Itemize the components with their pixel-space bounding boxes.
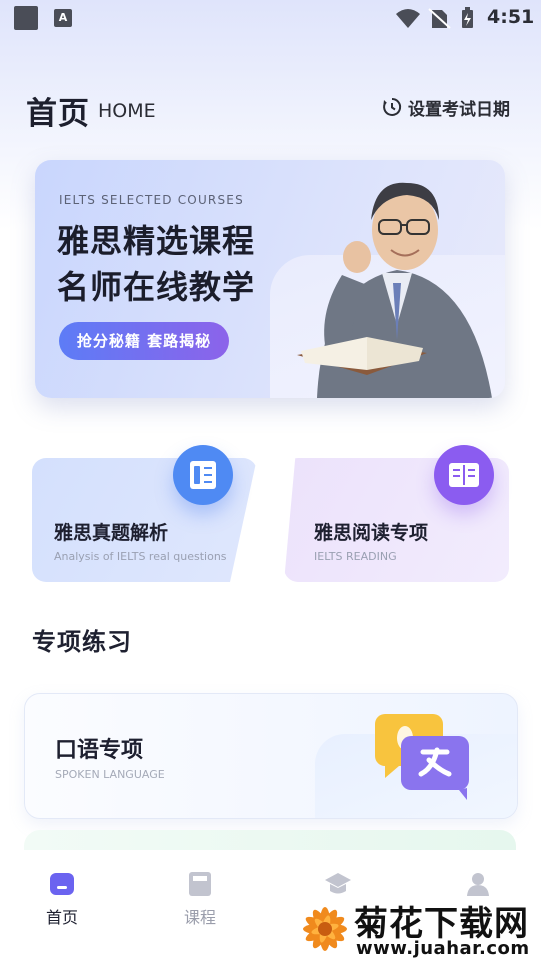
card-title: 雅思真题解析 bbox=[54, 522, 169, 544]
card-spoken-language[interactable]: 口语专项 SPOKEN LANGUAGE bbox=[24, 693, 518, 819]
status-time: 4:51 bbox=[487, 6, 535, 28]
nav-item-course[interactable]: 课程 bbox=[160, 870, 240, 928]
teacher-photo bbox=[297, 182, 492, 398]
card-subtitle: SPOKEN LANGUAGE bbox=[55, 768, 165, 781]
banner-headline-2: 名师在线教学 bbox=[57, 268, 256, 306]
nav-label-course: 课程 bbox=[183, 908, 216, 927]
flower-logo-icon bbox=[303, 907, 347, 951]
user-icon bbox=[467, 873, 489, 896]
banner-cta-button[interactable]: 抢分秘籍 套路揭秘 bbox=[59, 322, 229, 360]
card-title: 口语专项 bbox=[55, 738, 144, 763]
watermark-url: www.juahar.com bbox=[356, 938, 530, 959]
course-icon bbox=[189, 872, 211, 896]
card-subtitle: Analysis of IELTS real questions bbox=[54, 550, 227, 563]
card-subtitle: IELTS READING bbox=[314, 550, 397, 563]
home-icon bbox=[50, 873, 74, 895]
set-exam-date-label: 设置考试日期 bbox=[408, 99, 510, 120]
page-title: 首页 bbox=[26, 96, 90, 132]
page-title-en: HOME bbox=[98, 100, 156, 122]
translate-bubbles-icon bbox=[375, 714, 469, 800]
app-notification-square-icon bbox=[14, 6, 38, 30]
banner-headline-1: 雅思精选课程 bbox=[57, 222, 256, 260]
nav-label-home: 首页 bbox=[45, 908, 78, 927]
next-card-peek bbox=[24, 830, 516, 850]
course-banner[interactable]: IELTS SELECTED COURSES 雅思精选课程 名师在线教学 抢分秘… bbox=[35, 160, 505, 398]
notification-a-icon: A bbox=[54, 9, 72, 27]
status-bar: A 4:51 bbox=[0, 0, 541, 36]
clock-icon bbox=[383, 97, 402, 116]
book-open-icon bbox=[434, 445, 494, 505]
battery-icon bbox=[462, 7, 473, 28]
banner-subtitle-en: IELTS SELECTED COURSES bbox=[59, 193, 244, 207]
card-title: 雅思阅读专项 bbox=[314, 522, 429, 544]
graduation-cap-icon bbox=[325, 873, 351, 894]
nav-item-home[interactable]: 首页 bbox=[22, 870, 102, 928]
no-sim-icon bbox=[428, 8, 451, 29]
status-icons bbox=[396, 7, 473, 29]
section-title: 专项练习 bbox=[32, 628, 132, 656]
set-exam-date-button[interactable]: 设置考试日期 bbox=[382, 96, 510, 120]
wifi-icon bbox=[396, 9, 420, 28]
notebook-icon bbox=[173, 445, 233, 505]
